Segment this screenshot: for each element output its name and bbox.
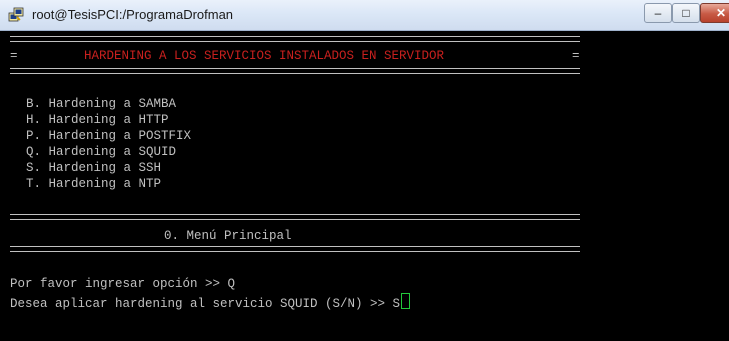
window-title: root@TesisPCI:/ProgramaDrofman [32, 7, 234, 22]
title-bar[interactable]: root@TesisPCI:/ProgramaDrofman – □ ✕ [0, 0, 729, 31]
header-title: HARDENING A LOS SERVICIOS INSTALADOS EN … [84, 49, 445, 63]
menu-divider-top [10, 214, 580, 220]
menu-item-http: H. Hardening a HTTP [26, 113, 169, 127]
menu-item-ntp: T. Hardening a NTP [26, 177, 162, 191]
putty-icon [8, 7, 24, 22]
confirm-prompt: Desea aplicar hardening al servicio SQUI… [10, 297, 401, 311]
maximize-button[interactable]: □ [672, 3, 700, 23]
minimize-button[interactable]: – [644, 3, 672, 23]
menu-item-samba: B. Hardening a SAMBA [26, 97, 177, 111]
terminal-console[interactable]: = HARDENING A LOS SERVICIOS INSTALADOS E… [0, 31, 729, 341]
header-top-divider [10, 36, 580, 42]
minimize-icon: – [654, 6, 662, 20]
text-cursor [401, 293, 411, 309]
option-prompt: Por favor ingresar opción >> Q [10, 277, 236, 291]
menu-item-ssh: S. Hardening a SSH [26, 161, 162, 175]
close-button[interactable]: ✕ [700, 3, 729, 23]
main-menu-option: 0. Menú Principal [164, 229, 292, 243]
header-bottom-divider [10, 68, 580, 74]
close-icon: ✕ [715, 6, 727, 20]
header-right-edge: = [572, 49, 580, 63]
menu-divider-bottom [10, 246, 580, 252]
menu-item-squid: Q. Hardening a SQUID [26, 145, 177, 159]
maximize-icon: □ [682, 6, 690, 20]
terminal-window: root@TesisPCI:/ProgramaDrofman – □ ✕ = H… [0, 0, 729, 341]
header-left-edge: = [10, 49, 18, 63]
menu-item-postfix: P. Hardening a POSTFIX [26, 129, 192, 143]
confirm-prompt-line: Desea aplicar hardening al servicio SQUI… [10, 293, 411, 312]
